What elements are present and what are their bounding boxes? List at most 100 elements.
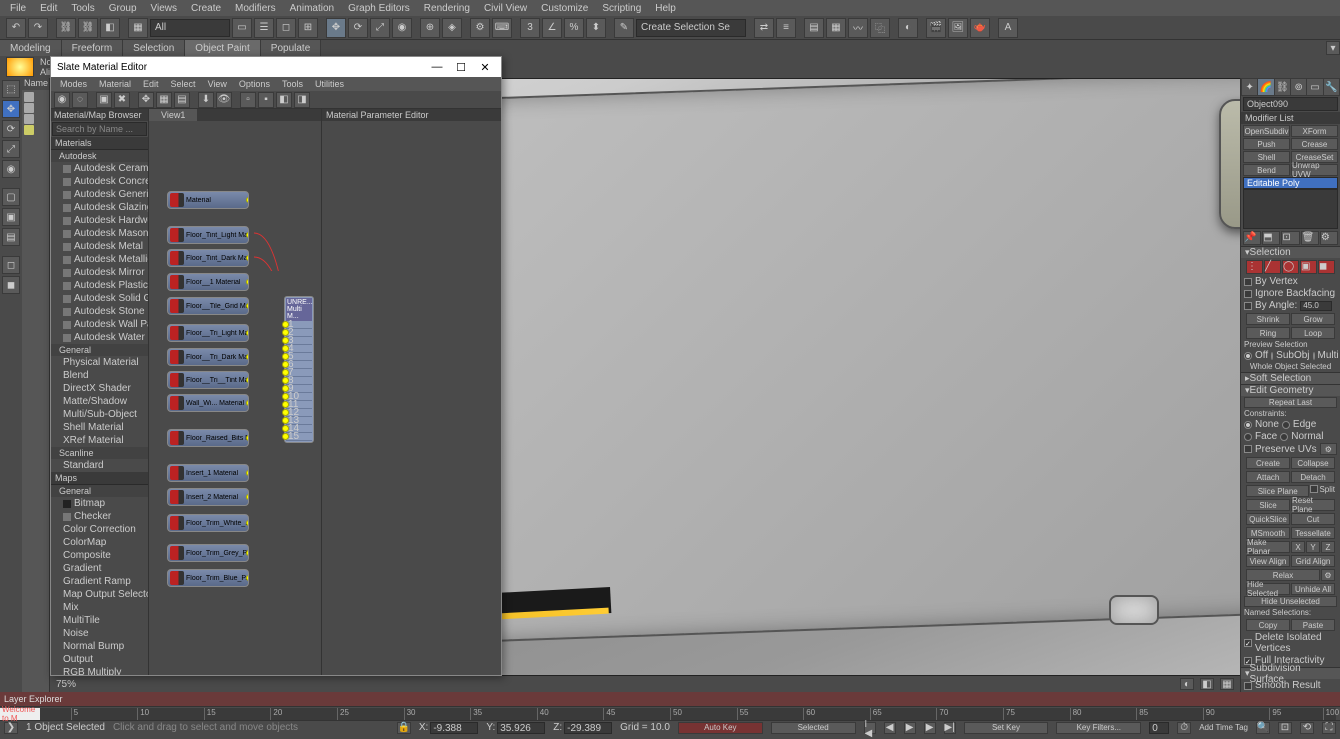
list-item[interactable]: ColorMap [51,536,148,549]
slate-menu-utilities[interactable]: Utilities [310,79,349,89]
slate-menu-material[interactable]: Material [94,79,136,89]
slate-show-icon[interactable]: 👁 [216,92,232,108]
vp-icon[interactable]: ▦ [1220,678,1234,690]
material-node[interactable]: Floor_Tint_Light Material [167,226,249,244]
scale-tool[interactable]: ⤢ [2,140,20,158]
edit-named-sel-button[interactable]: ✎ [614,18,634,38]
slate-menu-select[interactable]: Select [166,79,201,89]
repeat-last-button[interactable]: Repeat Last [1244,397,1337,408]
browser-list[interactable]: Materials Autodesk Autodesk Ceramic Auto… [51,137,148,675]
v-edit-a[interactable]: ◻ [2,256,20,274]
create-tab-icon[interactable]: ✦ [1242,79,1257,95]
slate-menu-options[interactable]: Options [234,79,275,89]
list-item[interactable]: Noise [51,627,148,640]
tree-node-icon[interactable] [24,125,34,135]
coord-z-input[interactable]: -29.389 [564,722,612,734]
preserve-uvs-checkbox[interactable] [1244,445,1252,453]
list-item[interactable]: DirectX Shader [51,382,148,395]
slate-titlebar[interactable]: Slate Material Editor — ☐ ✕ [51,57,501,77]
slate-opt-b-icon[interactable]: ▪ [258,92,274,108]
material-node[interactable]: Floor__Tri__Tint Material [167,371,249,389]
list-item[interactable]: Gradient [51,562,148,575]
modifier-list-dropdown[interactable]: Modifier List [1241,112,1340,124]
rollout-subdiv-header[interactable]: ▾ Subdivision Surface [1241,667,1340,679]
material-node[interactable]: Wall_Wi... Material [167,394,249,412]
window-crossing-button[interactable]: ⊞ [298,18,318,38]
bind-button[interactable]: ◧ [100,18,120,38]
tree-node-icon[interactable] [24,92,34,102]
menu-civil-view[interactable]: Civil View [478,3,533,14]
hierarchy-tab-icon[interactable]: ⛓ [1275,79,1290,95]
schematic-view-button[interactable]: ⿻ [870,18,890,38]
ignore-backfacing-checkbox[interactable] [1244,290,1252,298]
relax-settings-icon[interactable]: ⚙ [1321,569,1335,581]
undo-button[interactable]: ↶ [6,18,26,38]
slate-menu-edit[interactable]: Edit [138,79,164,89]
setting-icon[interactable]: ⚙ [1320,443,1337,455]
close-icon[interactable]: ✕ [475,60,495,74]
lock-icon[interactable]: 🔒 [397,722,411,734]
list-item[interactable]: XRef Material [51,434,148,447]
ribbon-freeform-tab[interactable]: Freeform [62,40,124,56]
object-name-input[interactable]: Object090 [1243,97,1338,111]
slate-opt-c-icon[interactable]: ◧ [276,92,292,108]
select-rect-button[interactable]: ◻ [276,18,296,38]
coord-x-input[interactable]: -9.388 [430,722,478,734]
slate-clear-icon[interactable]: ◌ [72,92,88,108]
ribbon-populate-tab[interactable]: Populate [261,40,321,56]
slate-layout2-icon[interactable]: ▤ [174,92,190,108]
ref-coord-button[interactable]: ⊕ [420,18,440,38]
planar-y-button[interactable]: Y [1306,541,1320,553]
hide-selected-button[interactable]: Hide Selected [1246,583,1290,595]
material-node[interactable]: Floor_Raised_Bits Material [167,429,249,447]
constraint-none-radio[interactable] [1244,421,1252,429]
make-unique-button[interactable]: ⊡ [1281,231,1299,245]
list-item[interactable]: Shell Material [51,421,148,434]
use-pivot-button[interactable]: ◈ [442,18,462,38]
list-item[interactable]: Gradient Ramp [51,575,148,588]
menu-modifiers[interactable]: Modifiers [229,3,282,14]
keyfilters-button[interactable]: Key Filters... [1056,722,1141,734]
slate-menu-modes[interactable]: Modes [55,79,92,89]
split-checkbox[interactable] [1310,485,1318,493]
loop-button[interactable]: Loop [1291,327,1335,339]
mod-opensubdiv-button[interactable]: OpenSubdiv [1243,125,1290,137]
select-object-button[interactable]: ▭ [232,18,252,38]
play-button[interactable]: ▶ [904,722,916,734]
list-item[interactable]: Output [51,653,148,666]
unlink-button[interactable]: ⛓ [78,18,98,38]
menu-edit[interactable]: Edit [34,3,63,14]
maximize-icon[interactable]: ☐ [451,60,471,74]
material-node[interactable]: Insert_2 Material [167,488,249,506]
view-align-button[interactable]: View Align [1246,555,1290,567]
slate-opt-d-icon[interactable]: ◨ [294,92,310,108]
paint-brush-icon[interactable] [6,57,34,77]
config-button[interactable]: ⚙ [1320,231,1338,245]
remove-mod-button[interactable]: 🗑 [1301,231,1319,245]
v-snap-a[interactable]: ▢ [2,188,20,206]
manipulate-button[interactable]: ⚙ [470,18,490,38]
menu-tools[interactable]: Tools [65,3,100,14]
v-edit-b[interactable]: ◼ [2,276,20,294]
list-item[interactable]: Autodesk Mirror [51,266,148,279]
main-menubar[interactable]: File Edit Tools Group Views Create Modif… [0,0,1340,16]
keyboard-button[interactable]: ⌨ [492,18,512,38]
constraint-edge-radio[interactable] [1282,421,1290,429]
shrink-button[interactable]: Shrink [1246,313,1290,325]
rollout-edit-geometry-header[interactable]: ▾ Edit Geometry [1241,384,1340,396]
list-item[interactable]: Blend [51,369,148,382]
menu-help[interactable]: Help [649,3,682,14]
v-snap-b[interactable]: ▣ [2,208,20,226]
slice-button[interactable]: Slice [1246,499,1290,511]
play-start-button[interactable]: |◀ [864,722,876,734]
unhide-all-button[interactable]: Unhide All [1291,583,1335,595]
material-node[interactable]: Floor_Tint_Dark Material [167,249,249,267]
delete-iso-checkbox[interactable] [1244,639,1252,647]
utilities-tab-icon[interactable]: 🔧 [1324,79,1339,95]
list-item[interactable]: Autodesk Metal [51,240,148,253]
material-node[interactable]: Floor__Tri_Dark Material [167,348,249,366]
list-item[interactable]: Autodesk Hardwood [51,214,148,227]
tree-node-icon[interactable] [24,103,34,113]
attach-button[interactable]: Attach [1246,471,1290,483]
list-item[interactable]: Autodesk Wall Paint [51,318,148,331]
